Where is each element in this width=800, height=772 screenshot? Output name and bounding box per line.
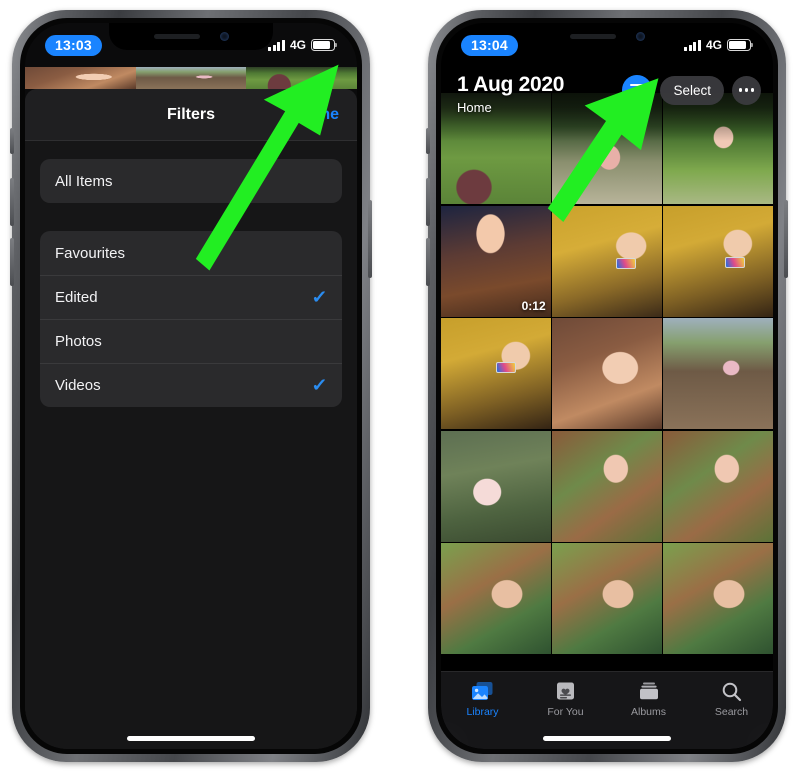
filter-row-photos[interactable]: Photos <box>40 319 342 363</box>
video-duration-badge: 0:12 <box>521 298 546 313</box>
page-title: 1 Aug 2020 <box>457 73 565 96</box>
filter-row-videos[interactable]: Videos ✓ <box>40 363 342 407</box>
more-options-icon[interactable] <box>732 75 761 105</box>
tab-for-you[interactable]: For You <box>524 679 607 718</box>
tab-label: Albums <box>630 706 666 718</box>
all-items-group: All Items <box>40 159 342 203</box>
left-status-indicators: 4G <box>268 38 338 52</box>
photo-rail-carrier-2[interactable] <box>663 430 773 542</box>
done-button[interactable]: Done <box>299 106 339 124</box>
page-subtitle: Home <box>457 100 492 115</box>
power-button[interactable] <box>784 200 788 278</box>
left-phone-device: 13:03 4G Filters Done All Items Favourit… <box>10 10 372 762</box>
network-label: 4G <box>289 38 306 52</box>
background-photo-strip <box>25 67 357 89</box>
for-you-icon <box>555 679 576 703</box>
photo-selfie-carrier[interactable] <box>441 543 551 654</box>
volume-up-button[interactable] <box>426 178 430 226</box>
battery-icon <box>311 39 338 51</box>
silent-switch[interactable] <box>426 128 430 154</box>
battery-icon <box>727 39 754 51</box>
volume-down-button[interactable] <box>426 238 430 286</box>
tab-label: Library <box>466 706 499 718</box>
left-phone-bezel: 13:03 4G Filters Done All Items Favourit… <box>20 18 362 754</box>
video-dinner-spoon[interactable]: 0:12 <box>441 205 551 317</box>
filter-row-edited[interactable]: Edited ✓ <box>40 275 342 319</box>
home-indicator[interactable] <box>127 736 255 741</box>
power-button[interactable] <box>368 200 372 278</box>
filter-row-all-items[interactable]: All Items <box>40 159 342 203</box>
filters-sheet: Filters Done All Items Favourites Edited… <box>25 89 357 749</box>
filters-sheet-body: All Items Favourites Edited ✓ Photos Vid… <box>25 141 357 749</box>
albums-icon <box>638 679 660 703</box>
left-status-time: 13:03 <box>45 34 102 56</box>
filters-sheet-header: Filters Done <box>25 89 357 141</box>
filter-label: Favourites <box>55 244 126 262</box>
left-status-bar: 13:03 4G <box>25 23 357 67</box>
right-status-indicators: 4G <box>684 38 754 52</box>
photos-library-icon <box>471 679 494 703</box>
home-indicator[interactable] <box>543 736 671 741</box>
volume-up-button[interactable] <box>10 178 14 226</box>
filter-options-group: Favourites Edited ✓ Photos Videos ✓ <box>40 231 342 407</box>
silent-switch[interactable] <box>10 128 14 154</box>
photo-table-switch-2[interactable] <box>441 318 551 429</box>
checkmark-icon: ✓ <box>311 375 328 395</box>
filter-label: Photos <box>55 333 102 350</box>
photo-table-yellow[interactable] <box>552 205 662 317</box>
tab-label: For You <box>547 706 584 718</box>
tab-library[interactable]: Library <box>441 679 524 718</box>
filter-label: All Items <box>55 172 113 190</box>
signal-bars-icon <box>684 39 701 51</box>
volume-down-button[interactable] <box>10 238 14 286</box>
photo-field-walk[interactable] <box>663 318 773 429</box>
tab-label: Search <box>714 706 749 718</box>
photos-nav-bar: 1 Aug 2020 Home Select <box>441 67 773 141</box>
right-status-time: 13:04 <box>461 34 518 56</box>
signal-bars-icon <box>268 39 285 51</box>
filter-lines-icon[interactable] <box>622 75 653 105</box>
nav-title-block: 1 Aug 2020 Home <box>457 69 564 115</box>
filter-row-favourites[interactable]: Favourites <box>40 231 342 275</box>
tab-search[interactable]: Search <box>690 679 773 718</box>
photo-grid: 0:12 <box>441 93 773 749</box>
photo-fence-toddler[interactable] <box>441 430 551 542</box>
right-phone-screen: 0:12 13:04 4G 1 Aug 2020 Home Select Lib… <box>441 23 773 749</box>
photo-selfie-carrier-3[interactable] <box>663 543 773 654</box>
network-label: 4G <box>705 38 722 52</box>
left-phone-screen: 13:03 4G Filters Done All Items Favourit… <box>25 23 357 749</box>
photo-hug[interactable] <box>552 318 662 429</box>
page-title: Filters <box>166 105 215 123</box>
right-phone-device: 0:12 13:04 4G 1 Aug 2020 Home Select Lib… <box>426 10 788 762</box>
select-button[interactable]: Select <box>660 75 724 105</box>
right-status-bar: 13:04 4G <box>441 23 773 67</box>
photo-selfie-carrier-2[interactable] <box>552 543 662 654</box>
right-phone-bezel: 0:12 13:04 4G 1 Aug 2020 Home Select Lib… <box>436 18 778 754</box>
filter-label: Videos <box>55 377 101 394</box>
screenshot-canvas: 13:03 4G Filters Done All Items Favourit… <box>0 0 800 772</box>
search-icon <box>721 679 742 703</box>
filter-label: Edited <box>55 289 98 306</box>
nav-actions: Select <box>622 69 761 105</box>
checkmark-icon: ✓ <box>311 287 328 307</box>
tab-albums[interactable]: Albums <box>607 679 690 718</box>
photo-table-switch[interactable] <box>663 205 773 317</box>
photo-rail-carrier[interactable] <box>552 430 662 542</box>
